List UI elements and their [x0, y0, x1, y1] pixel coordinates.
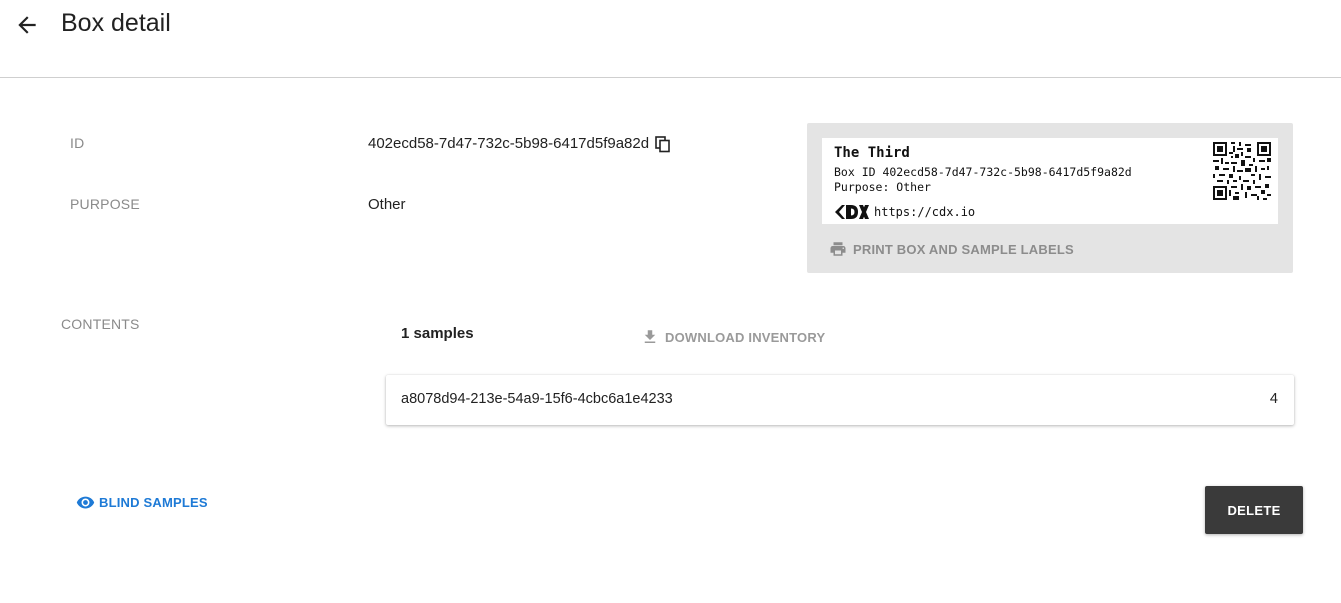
- print-labels-label: PRINT BOX AND SAMPLE LABELS: [853, 241, 1074, 257]
- delete-button[interactable]: DELETE: [1205, 486, 1303, 534]
- download-inventory-label: DOWNLOAD INVENTORY: [665, 329, 826, 345]
- download-icon: [644, 330, 656, 343]
- id-value: 402ecd58-7d47-732c-5b98-6417d5f9a82d: [368, 135, 650, 152]
- copy-icon[interactable]: [655, 136, 671, 153]
- box-label-card: The Third Box ID 402ecd58-7d47-732c-5b98…: [822, 138, 1278, 224]
- blind-samples-label: BLIND SAMPLES: [99, 494, 208, 510]
- qr-code-icon: [1213, 142, 1271, 200]
- label-purpose: Purpose: Other: [834, 180, 931, 194]
- purpose-value: Other: [368, 196, 406, 213]
- blind-samples-button[interactable]: BLIND SAMPLES: [76, 491, 208, 513]
- sample-row[interactable]: a8078d94-213e-54a9-15f6-4cbc6a1e4233 4: [386, 375, 1294, 425]
- contents-label: CONTENTS: [61, 316, 140, 332]
- sample-id: a8078d94-213e-54a9-15f6-4cbc6a1e4233: [401, 391, 673, 407]
- id-label: ID: [70, 135, 85, 151]
- eye-icon: [76, 496, 95, 508]
- sample-count: 1 samples: [401, 325, 474, 342]
- label-box-name: The Third: [834, 145, 910, 161]
- cdx-logo-icon: [835, 205, 869, 219]
- app-header: Box detail: [0, 0, 1341, 78]
- label-preview-panel: The Third Box ID 402ecd58-7d47-732c-5b98…: [807, 123, 1293, 273]
- purpose-label: PURPOSE: [70, 196, 140, 212]
- print-labels-button[interactable]: PRINT BOX AND SAMPLE LABELS: [828, 238, 1074, 260]
- label-url: https://cdx.io: [874, 205, 976, 219]
- label-box-id: Box ID 402ecd58-7d47-732c-5b98-6417d5f9a…: [834, 165, 1132, 179]
- arrow-left-icon[interactable]: [14, 12, 40, 38]
- page-title: Box detail: [61, 9, 171, 37]
- download-inventory-button[interactable]: DOWNLOAD INVENTORY: [641, 326, 825, 348]
- sample-position: 4: [1269, 391, 1278, 407]
- printer-icon: [830, 242, 846, 256]
